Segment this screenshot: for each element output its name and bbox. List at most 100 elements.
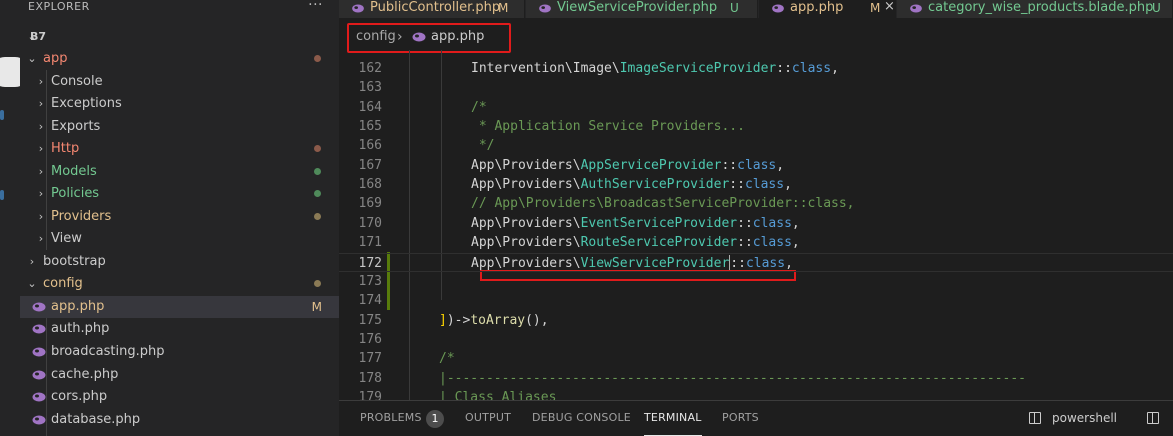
panel-tab-problems[interactable]: PROBLEMS (360, 401, 422, 436)
code-token: :: (721, 158, 738, 173)
terminal-shell-label: powershell (1052, 411, 1117, 425)
folder-item[interactable]: › Http (20, 138, 339, 160)
code-line: 165 * Application Service Providers... (339, 117, 1173, 136)
tab-label: category_wise_products.blade.php (928, 0, 1154, 15)
file-item[interactable]: app.php M (20, 296, 339, 318)
file-item[interactable]: cors.php (20, 386, 339, 408)
code-token: AuthServiceProvider (580, 177, 730, 192)
panel-tab-debug-console[interactable]: DEBUG CONSOLE (532, 401, 631, 436)
tree-item-label: bootstrap (43, 254, 106, 269)
code-token: |---------------------------------------… (439, 371, 1026, 386)
explorer-title: EXPLORER (28, 0, 90, 13)
code-token: class (745, 256, 786, 271)
panel-tab-output[interactable]: OUTPUT (465, 401, 511, 436)
git-status-dot (314, 190, 321, 197)
tree-item-label: config (43, 276, 83, 291)
panel-tab-ports[interactable]: PORTS (722, 401, 759, 436)
folder-item[interactable]: ⌄ config (20, 273, 339, 295)
editor-tab[interactable]: category_wise_products.blade.php U (897, 0, 1173, 18)
php-icon (539, 4, 551, 13)
breadcrumb-folder[interactable]: config (356, 26, 396, 48)
php-icon (32, 415, 46, 425)
php-icon (772, 4, 784, 13)
file-item[interactable]: auth.php (20, 318, 339, 340)
editor-tab[interactable]: PublicController.php M (339, 0, 525, 18)
chevron-down-icon: ⌄ (27, 52, 37, 65)
code-line: 168 App\Providers\AuthServiceProvider::cl… (339, 175, 1173, 194)
tree-item-label: Models (51, 164, 97, 179)
code-editor[interactable]: 162 Intervention\Image\ImageServiceProvid… (339, 50, 1173, 400)
code-token: :: (730, 256, 746, 271)
code-line: 174 (339, 291, 1173, 310)
line-number: 167 (358, 158, 382, 173)
chevron-right-icon: › (38, 232, 44, 245)
file-item[interactable]: cache.php (20, 364, 339, 386)
file-item[interactable]: database.php (20, 409, 339, 431)
chevron-right-icon: › (38, 210, 44, 223)
tree-item-label: database.php (51, 412, 141, 427)
code-token: , (791, 216, 800, 231)
php-icon (412, 32, 426, 42)
editor-tab[interactable]: app.php M × (759, 0, 896, 18)
code-token: , (784, 177, 792, 192)
activity-indicator (0, 190, 4, 200)
code-token: class (752, 216, 792, 231)
code-token: , (831, 61, 839, 76)
code-token: Intervention\Image\ (471, 61, 620, 76)
folder-item[interactable]: › Console (20, 71, 339, 93)
workspace-root[interactable]: ⌄ B7 (20, 26, 339, 48)
folder-item[interactable]: › Exceptions (20, 93, 339, 115)
php-icon (32, 324, 46, 334)
code-text: * Application Service Providers... (471, 117, 745, 136)
code-token: // App\Providers\BroadcastServiceProvide… (471, 196, 855, 211)
code-text: | Class Aliases (439, 388, 556, 400)
code-line: 163 (339, 78, 1173, 97)
terminal-shell-selector[interactable]: powershell (1052, 401, 1117, 435)
code-text: App\Providers\RouteServiceProvider::clas… (471, 233, 800, 252)
editor-tab[interactable]: ViewServiceProvider.php U (526, 0, 758, 18)
code-text: ])->toArray(), (439, 311, 549, 330)
file-item[interactable]: broadcasting.php (20, 341, 339, 363)
code-text: App\Providers\AppServiceProvider::class, (471, 156, 784, 175)
code-token: AppServiceProvider (580, 158, 722, 173)
folder-item[interactable]: › Exports (20, 116, 339, 138)
code-text: |---------------------------------------… (439, 369, 1026, 388)
breadcrumb-file[interactable]: app.php (431, 26, 484, 48)
folder-item[interactable]: ⌄ app (20, 48, 339, 70)
chevron-right-icon: › (38, 75, 44, 88)
code-token: class (744, 177, 785, 192)
ellipsis-icon[interactable]: ··· (308, 0, 323, 12)
line-number: 164 (358, 100, 382, 115)
folder-item[interactable]: › Providers (20, 206, 339, 228)
line-number: 172 (358, 256, 382, 271)
panel-tab-terminal[interactable]: TERMINAL (644, 401, 702, 436)
git-status-badge: M (311, 300, 322, 314)
folder-item[interactable]: › bootstrap (20, 251, 339, 273)
code-token: | Class Aliases (439, 390, 557, 400)
line-number: 174 (358, 293, 382, 308)
tree-item-label: cors.php (51, 389, 108, 404)
code-line: 167 App\Providers\AppServiceProvider::cla… (339, 156, 1173, 175)
line-number: 171 (358, 235, 382, 250)
code-token: EventServiceProvider (580, 216, 738, 231)
code-token: class (752, 235, 792, 250)
code-line: 171 App\Providers\RouteServiceProvider::c… (339, 233, 1173, 252)
code-token: /* (471, 100, 487, 115)
code-line: 169 // App\Providers\BroadcastServiceProv… (339, 194, 1173, 213)
folder-item[interactable]: › Policies (20, 183, 339, 205)
line-number: 162 (358, 61, 382, 76)
panel-tab-label: TERMINAL (644, 411, 702, 424)
split-terminal-icon[interactable] (1147, 412, 1159, 424)
folder-item[interactable]: › Models (20, 161, 339, 183)
chevron-right-icon: › (38, 187, 44, 200)
code-line: 176 (339, 330, 1173, 349)
line-number: 170 (358, 216, 382, 231)
tree-item-label: app.php (51, 299, 105, 314)
git-status-dot (314, 145, 321, 152)
git-status-dot (314, 55, 321, 62)
line-number: 168 (358, 177, 382, 192)
problems-count-badge: 1 (426, 410, 444, 428)
line-number: 165 (358, 119, 382, 134)
close-icon[interactable]: × (884, 0, 895, 15)
folder-item[interactable]: › View (20, 228, 339, 250)
